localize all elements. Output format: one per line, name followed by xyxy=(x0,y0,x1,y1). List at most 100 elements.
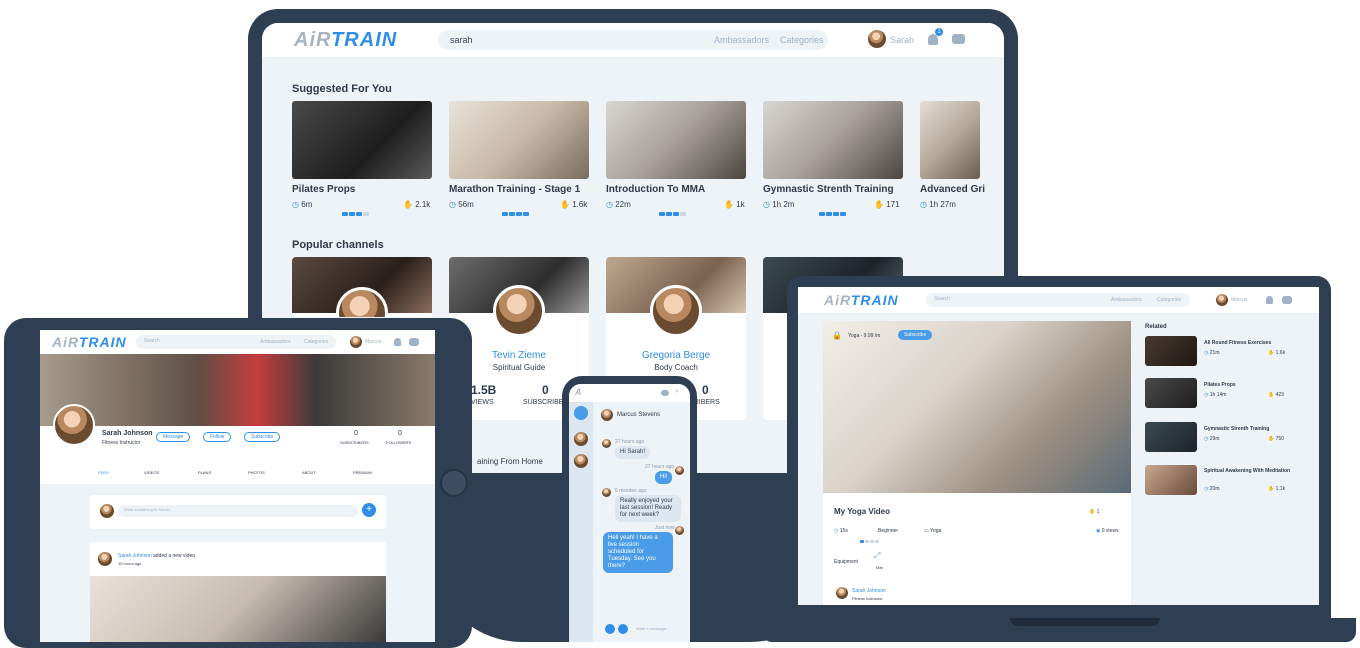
thumbs-up-icon: ✋ xyxy=(724,200,737,209)
notification-badge: 1 xyxy=(935,28,943,36)
add-icon[interactable] xyxy=(618,624,628,634)
thumbs-up-icon: ✋ xyxy=(560,200,573,209)
tab-premium[interactable]: PREMIUM xyxy=(353,470,372,475)
video-level: Beginner xyxy=(878,528,899,534)
chat-icon[interactable] xyxy=(409,338,419,346)
nav-categories[interactable]: Categories xyxy=(780,35,824,45)
related-title-0[interactable]: All Round Fitness Exercises xyxy=(1204,340,1271,346)
conversation-avatar-1[interactable] xyxy=(574,454,588,468)
profile-name: Sarah Johnson xyxy=(102,430,153,437)
message-input[interactable]: Write a message... xyxy=(631,623,685,635)
tab-about[interactable]: ABOUT xyxy=(302,470,316,475)
tab-plans[interactable]: PLANS xyxy=(198,470,211,475)
message-button[interactable]: Message xyxy=(156,432,191,442)
suggested-thumb-4[interactable] xyxy=(920,101,980,179)
subscribe-button-overlay[interactable]: Subscribe xyxy=(898,330,933,340)
suggested-thumb-2[interactable] xyxy=(606,101,746,179)
phone-topbar xyxy=(569,384,690,402)
user-avatar[interactable] xyxy=(1216,294,1228,306)
message-bubble-1: Hi! xyxy=(655,471,673,484)
nav-ambassadors[interactable]: Ambassadors xyxy=(260,339,291,345)
airtrain-logo-small[interactable]: A xyxy=(575,387,583,397)
suggested-thumb-0[interactable] xyxy=(292,101,432,179)
post-input[interactable]: Write something to Sarah... xyxy=(118,505,358,517)
attach-icon[interactable] xyxy=(605,624,615,634)
profile-panel xyxy=(40,426,435,484)
clock-icon: ◷ xyxy=(920,200,930,209)
related-thumb-3[interactable] xyxy=(1145,465,1197,495)
contact-name: Marcus Stevens xyxy=(617,412,661,418)
user-name[interactable]: Sarah xyxy=(890,35,914,45)
chat-icon[interactable] xyxy=(661,390,669,396)
channel-card-0[interactable] xyxy=(292,257,432,317)
add-post-button[interactable]: + xyxy=(362,503,376,517)
suggested-thumb-1[interactable] xyxy=(449,101,589,179)
bell-icon[interactable] xyxy=(1266,296,1273,304)
suggested-level-3 xyxy=(819,203,847,216)
airtrain-logo[interactable]: AiRTRAIN xyxy=(294,29,397,52)
related-thumb-2[interactable] xyxy=(1145,422,1197,452)
chat-icon[interactable] xyxy=(952,34,965,44)
related-thumb-1[interactable] xyxy=(1145,378,1197,408)
related-title-3[interactable]: Spiritual Awakening With Meditation xyxy=(1204,468,1294,474)
airtrain-logo[interactable]: AiRTRAIN xyxy=(824,292,899,308)
follow-button[interactable]: Follow xyxy=(203,432,232,442)
video-duration: ◷ 15s xyxy=(834,528,848,534)
channel-subs: 0 xyxy=(542,383,549,397)
related-duration-0: ◷ 21m xyxy=(1204,350,1220,356)
activity-video-thumb[interactable] xyxy=(90,576,386,642)
suggested-title-4[interactable]: Advanced Gri xyxy=(920,184,985,195)
suggested-thumb-3[interactable] xyxy=(763,101,903,179)
conversation-avatar-0[interactable] xyxy=(574,432,588,446)
nav-ambassadors[interactable]: Ambassadors xyxy=(714,35,769,45)
tablet-home-button[interactable] xyxy=(440,469,468,497)
section-text: aining From Home xyxy=(477,457,543,466)
suggested-title-3[interactable]: Gymnastic Strenth Training xyxy=(763,184,894,195)
related-title-2[interactable]: Gymnastic Strenth Training xyxy=(1204,426,1269,432)
equipment-label: Equipment xyxy=(834,559,858,565)
channels-title: Popular channels xyxy=(292,239,384,251)
suggested-title: Suggested For You xyxy=(292,83,392,95)
tab-photos[interactable]: PHOTOS xyxy=(248,470,265,475)
search-icon[interactable]: ⌕ xyxy=(675,388,679,396)
equipment-item: Mat xyxy=(876,565,883,570)
suggested-title-2[interactable]: Introduction To MMA xyxy=(606,184,705,195)
tab-videos[interactable]: VIDEOS xyxy=(144,470,159,475)
nav-ambassadors[interactable]: Ambassadors xyxy=(1111,297,1142,303)
user-name[interactable]: Marcus xyxy=(365,339,381,345)
contact-avatar xyxy=(601,409,613,421)
suggested-title-0[interactable]: Pilates Props xyxy=(292,184,355,195)
user-avatar[interactable] xyxy=(868,30,886,48)
user-name[interactable]: Marcus xyxy=(1231,297,1247,303)
thumbs-up-icon: ✋ xyxy=(1089,509,1097,515)
search-input[interactable]: Search xyxy=(926,293,1190,307)
tab-feed[interactable]: FEED xyxy=(98,470,109,475)
video-likes[interactable]: ✋ 1 xyxy=(1089,509,1099,515)
search-input[interactable]: sarah xyxy=(438,30,828,50)
user-avatar[interactable] xyxy=(350,336,362,348)
message-time-1: 27 hours ago xyxy=(645,464,675,470)
author-name[interactable]: Sarah Johnson xyxy=(852,588,886,594)
activity-line: Sarah Johnson added a new video xyxy=(118,553,196,559)
related-likes-2: ✋ 750 xyxy=(1268,436,1284,442)
suggested-title-1[interactable]: Marathon Training - Stage 1 xyxy=(449,184,580,195)
nav-categories[interactable]: Categories xyxy=(304,339,328,345)
related-title-1[interactable]: Pilates Props xyxy=(1204,382,1236,388)
subscribe-button[interactable]: Subscribe xyxy=(244,432,281,442)
nav-categories[interactable]: Categories xyxy=(1157,297,1181,303)
mat-icon: ⤢ xyxy=(874,551,881,560)
tablet-screen: AiRTRAIN Search Ambassadors Categories M… xyxy=(40,330,435,642)
related-thumb-0[interactable] xyxy=(1145,336,1197,366)
bell-icon[interactable] xyxy=(394,338,401,346)
channel-avatar xyxy=(650,285,702,337)
yoga-video-player[interactable] xyxy=(823,321,1131,493)
video-views: ◉ 0 views xyxy=(1096,528,1119,534)
profile-cover xyxy=(40,354,435,426)
compose-icon[interactable] xyxy=(574,406,588,420)
desktop-topbar: AiRTRAIN sarah Ambassadors Categories Sa… xyxy=(262,23,1004,57)
suggested-level-0 xyxy=(342,203,370,216)
airtrain-logo[interactable]: AiRTRAIN xyxy=(52,334,127,350)
chat-icon[interactable] xyxy=(1282,296,1292,304)
thumbs-up-icon: ✋ xyxy=(1268,436,1276,442)
channel-name[interactable]: Gregoria Berge xyxy=(606,350,746,361)
